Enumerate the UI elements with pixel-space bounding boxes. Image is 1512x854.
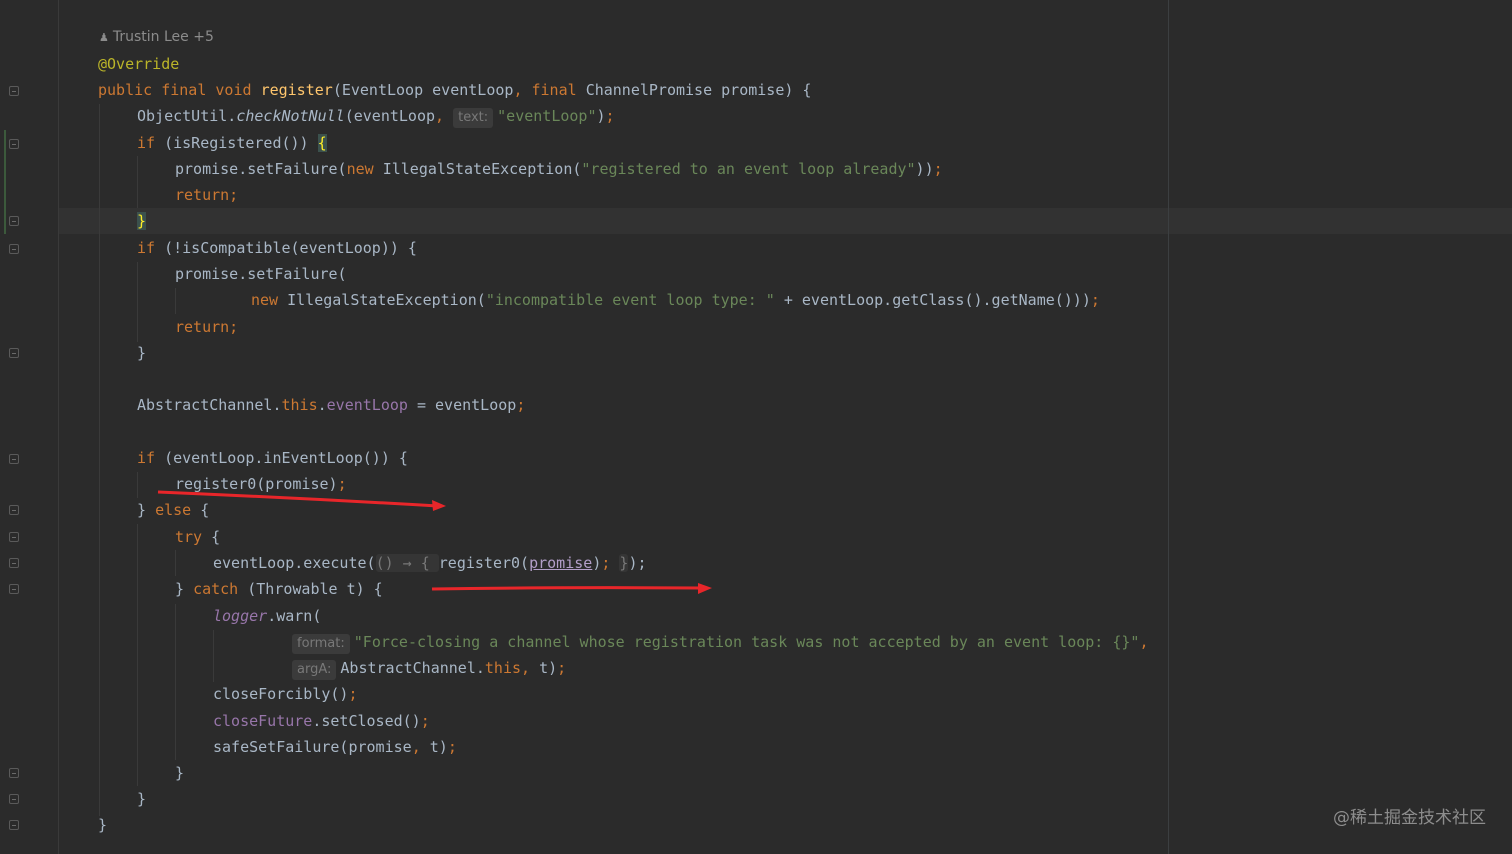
arrow-head — [698, 583, 712, 594]
watermark: @稀土掘金技术社区 — [1333, 808, 1486, 828]
arrow-head — [432, 500, 446, 511]
red-annotation-layer — [157, 490, 712, 594]
red-underline-arrow — [431, 586, 703, 591]
red-underline-arrow — [157, 490, 439, 508]
